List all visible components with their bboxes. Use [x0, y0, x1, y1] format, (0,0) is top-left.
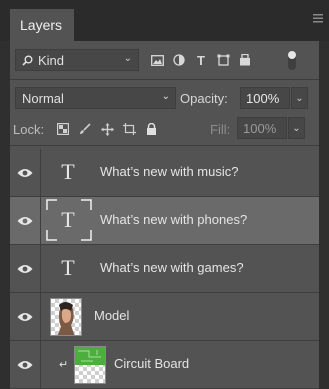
fill-dropdown-button[interactable]: ⌄ — [288, 117, 305, 139]
opacity-field[interactable]: 100% — [240, 87, 290, 109]
eye-icon — [17, 168, 33, 177]
type-filter-icon[interactable]: T — [190, 50, 212, 70]
opacity-value: 100% — [246, 90, 280, 106]
blend-mode-select[interactable]: Normal ⌄ — [15, 87, 176, 109]
search-icon — [22, 55, 33, 66]
image-filter-icon[interactable] — [146, 50, 168, 70]
text-layer-icon: T — [61, 255, 75, 280]
filter-row: Kind ⌄ T — [10, 47, 319, 75]
lock-row: Lock: Fill: 100% ⌄ — [10, 115, 319, 143]
layer-row[interactable]: ↵ Circuit Board — [10, 341, 319, 389]
visibility-toggle[interactable] — [10, 197, 41, 244]
eye-icon — [17, 216, 33, 225]
lock-all-icon[interactable] — [140, 120, 162, 138]
panel-menu-icon[interactable] — [313, 14, 323, 24]
divider — [10, 145, 319, 146]
layer-row[interactable]: Model — [10, 293, 319, 341]
layer-row-selected[interactable]: T What’s new with phones? — [10, 197, 319, 245]
layer-name: What’s new with phones? — [100, 212, 248, 227]
chevron-down-icon: ⌄ — [123, 53, 132, 64]
visibility-toggle[interactable] — [10, 149, 41, 196]
lock-label: Lock: — [13, 122, 45, 137]
text-layer-icon: T — [61, 159, 75, 184]
visibility-toggle[interactable] — [10, 341, 41, 388]
blend-mode-value: Normal — [22, 90, 64, 106]
filter-kind-label: Kind — [38, 52, 65, 68]
shape-filter-icon[interactable] — [212, 50, 234, 70]
model-layer-thumbnail — [50, 298, 82, 336]
layer-name: What’s new with music? — [100, 164, 239, 179]
layer-name: What’s new with games? — [100, 260, 244, 275]
opacity-label: Opacity: — [180, 91, 228, 106]
visibility-toggle[interactable] — [10, 245, 41, 292]
layer-row[interactable]: T What’s new with music? — [10, 149, 319, 197]
layer-name: Model — [94, 308, 130, 323]
layers-panel: Kind ⌄ T Normal ⌄ Opacity: 100% ⌄ Lock: … — [10, 41, 319, 389]
layer-row[interactable]: T What’s new with games? — [10, 245, 319, 293]
eye-icon — [17, 264, 33, 273]
divider — [10, 79, 319, 80]
text-layer-icon: T — [61, 207, 75, 232]
lock-artboard-icon[interactable] — [118, 120, 140, 138]
panel-tab-bar: Layers — [0, 0, 329, 41]
adjustment-filter-icon[interactable] — [168, 50, 190, 70]
eye-icon — [17, 312, 33, 321]
filter-toggle-switch[interactable] — [288, 51, 296, 70]
circuit-board-layer-thumbnail — [74, 346, 106, 384]
chevron-down-icon: ⌄ — [292, 122, 301, 134]
fill-label: Fill: — [210, 122, 231, 137]
clipping-mask-icon: ↵ — [59, 359, 69, 371]
lock-transparent-pixels-icon[interactable] — [52, 120, 74, 138]
chevron-down-icon: ⌄ — [161, 91, 170, 102]
filter-kind-select[interactable]: Kind ⌄ — [15, 49, 139, 71]
lock-image-pixels-icon[interactable] — [74, 120, 96, 138]
layers-tab[interactable]: Layers — [10, 9, 74, 41]
fill-value: 100% — [243, 120, 277, 136]
visibility-toggle[interactable] — [10, 293, 41, 340]
eye-icon — [17, 360, 33, 369]
smart-object-filter-icon[interactable] — [234, 50, 256, 70]
layer-name: Circuit Board — [114, 356, 190, 371]
lock-position-icon[interactable] — [96, 120, 118, 138]
chevron-down-icon: ⌄ — [295, 92, 304, 104]
blend-row: Normal ⌄ Opacity: 100% ⌄ — [10, 85, 319, 113]
opacity-dropdown-button[interactable]: ⌄ — [291, 87, 308, 109]
fill-field[interactable]: 100% — [237, 117, 287, 139]
